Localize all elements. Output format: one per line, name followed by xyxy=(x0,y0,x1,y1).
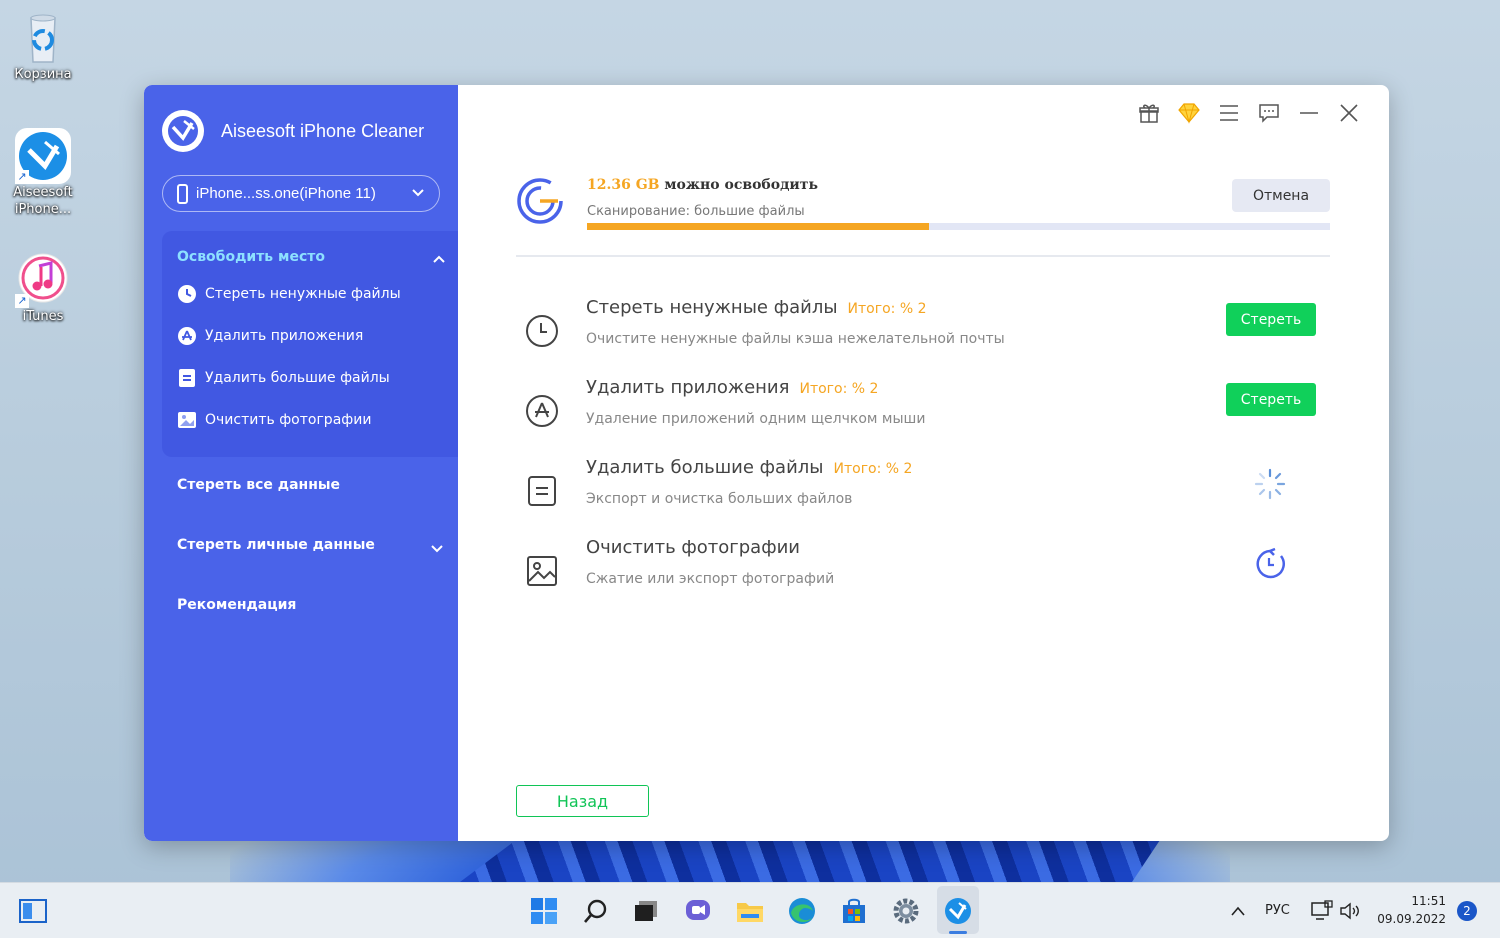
feature-row-large-files: Удалить большие файлы Итого: % 2 Экспорт … xyxy=(516,457,1330,523)
device-dropdown[interactable]: iPhone...ss.one(iPhone 11) xyxy=(162,175,440,212)
taskbar: РУС 11:51 09.09.2022 2 xyxy=(0,882,1500,938)
close-icon[interactable] xyxy=(1329,100,1369,126)
divider xyxy=(516,255,1330,257)
volume-icon[interactable] xyxy=(1334,895,1366,927)
search-icon[interactable] xyxy=(580,895,612,927)
feature-title: Стереть ненужные файлы Итого: % 2 xyxy=(586,297,927,318)
feature-row-apps: Удалить приложения Итого: % 2 Удаление пр… xyxy=(516,377,1330,443)
sidebar-item-apps[interactable]: Удалить приложения xyxy=(177,326,363,346)
start-icon[interactable] xyxy=(528,895,560,927)
pending-clock-icon xyxy=(1256,547,1285,579)
feature-title: Удалить большие файлы Итого: % 2 xyxy=(586,457,913,478)
device-name: iPhone...ss.one(iPhone 11) xyxy=(196,185,376,202)
clock-time[interactable]: 11:51 xyxy=(1376,894,1446,908)
sidebar-item-label: Стереть ненужные файлы xyxy=(205,286,401,302)
clock-date[interactable]: 09.09.2022 xyxy=(1376,912,1446,926)
feature-title: Очистить фотографии xyxy=(586,537,800,558)
sidebar-item-large-files[interactable]: Удалить большие файлы xyxy=(177,368,390,388)
language-indicator[interactable]: РУС xyxy=(1265,903,1290,918)
feature-description: Сжатие или экспорт фотографий xyxy=(586,571,835,587)
desktop-icon-label: Aiseesoft iPhone... xyxy=(13,185,73,217)
sidebar-item-erase-all[interactable]: Стереть все данные xyxy=(177,477,340,493)
sidebar-item-recommendation[interactable]: Рекомендация xyxy=(177,597,296,613)
edge-icon[interactable] xyxy=(786,895,818,927)
feature-row-junk-files: Стереть ненужные файлы Итого: % 2 Очистит… xyxy=(516,297,1330,363)
scan-progress-fill xyxy=(587,223,929,230)
clock-icon xyxy=(177,284,197,304)
notification-badge[interactable]: 2 xyxy=(1457,901,1477,921)
sidebar: Aiseesoft iPhone Cleaner iPhone...ss.one… xyxy=(144,85,458,841)
widgets-icon[interactable] xyxy=(17,895,49,927)
sidebar-item-photos[interactable]: Очистить фотографии xyxy=(177,410,371,430)
phone-icon xyxy=(177,183,188,204)
feature-total: Итого: % 2 xyxy=(833,461,913,477)
desktop-icon-label: Корзина xyxy=(14,67,72,82)
shortcut-arrow-icon: ↗ xyxy=(15,294,29,308)
task-view-icon[interactable] xyxy=(630,895,662,927)
photo-icon xyxy=(527,556,557,586)
freeable-amount: 12.36 GB xyxy=(587,177,660,193)
store-icon[interactable] xyxy=(838,895,870,927)
sidebar-item-label: Удалить приложения xyxy=(205,328,364,344)
desktop-icon-aiseesoft[interactable]: ↗ Aiseesoft iPhone... xyxy=(3,128,83,218)
free-space-group: Освободить место Стереть ненужные файлы … xyxy=(162,231,458,457)
scan-progress-bar xyxy=(587,223,1330,230)
photo-icon xyxy=(177,410,197,430)
freeable-suffix: можно освободить xyxy=(659,177,818,193)
desktop-icon-label: iTunes xyxy=(22,309,64,324)
app-store-icon xyxy=(526,395,558,427)
app-window: Aiseesoft iPhone Cleaner iPhone...ss.one… xyxy=(144,85,1389,841)
desktop-icon-itunes[interactable]: ↗ iTunes xyxy=(3,252,83,325)
itunes-icon: ↗ xyxy=(15,252,71,308)
loading-spinner-icon xyxy=(1254,468,1286,500)
chevron-up-icon[interactable] xyxy=(432,253,446,267)
menu-icon[interactable] xyxy=(1209,100,1249,126)
clock-icon xyxy=(526,315,558,347)
back-button[interactable]: Назад xyxy=(516,785,649,817)
minimize-icon[interactable] xyxy=(1289,100,1329,126)
chevron-down-icon xyxy=(412,189,424,197)
document-icon xyxy=(177,368,197,388)
aiseesoft-icon: ↗ xyxy=(15,128,71,184)
cancel-button[interactable]: Отмена xyxy=(1232,179,1330,212)
erase-junk-button[interactable]: Стереть xyxy=(1226,303,1316,336)
feature-row-photos: Очистить фотографии Сжатие или экспорт ф… xyxy=(516,537,1330,603)
aiseesoft-icon[interactable] xyxy=(942,895,974,927)
group-title[interactable]: Освободить место xyxy=(177,249,325,265)
feature-description: Экспорт и очистка больших файлов xyxy=(586,491,853,507)
feature-total: Итого: % 2 xyxy=(799,381,879,397)
feature-description: Очистите ненужные файлы кэша нежелательн… xyxy=(586,331,1005,347)
desktop-icon-recycle-bin[interactable]: Корзина xyxy=(3,10,83,83)
window-controls xyxy=(1129,100,1369,126)
sidebar-item-junk-files[interactable]: Стереть ненужные файлы xyxy=(177,284,401,304)
shortcut-arrow-icon: ↗ xyxy=(15,170,29,184)
feature-total: Итого: % 2 xyxy=(847,301,927,317)
diamond-icon[interactable] xyxy=(1169,100,1209,126)
chevron-down-icon[interactable] xyxy=(430,541,444,555)
chevron-up-icon[interactable] xyxy=(1222,895,1254,927)
app-title: Aiseesoft iPhone Cleaner xyxy=(221,120,425,141)
file-explorer-icon[interactable] xyxy=(734,895,766,927)
scan-logo-icon xyxy=(516,177,564,229)
settings-icon[interactable] xyxy=(890,895,922,927)
sidebar-item-label: Очистить фотографии xyxy=(205,412,372,428)
sidebar-item-label: Удалить большие файлы xyxy=(205,370,390,386)
feature-description: Удаление приложений одним щелчком мыши xyxy=(586,411,926,427)
freeable-space: 12.36 GB можно освободить xyxy=(587,177,818,193)
app-logo-area: Aiseesoft iPhone Cleaner xyxy=(162,110,424,152)
feedback-icon[interactable] xyxy=(1249,100,1289,126)
erase-apps-button[interactable]: Стереть xyxy=(1226,383,1316,416)
feature-title: Удалить приложения Итого: % 2 xyxy=(586,377,879,398)
recycle-bin-icon xyxy=(15,10,71,66)
chat-icon[interactable] xyxy=(682,895,714,927)
sidebar-item-erase-private[interactable]: Стереть личные данные xyxy=(177,537,375,553)
document-icon xyxy=(528,476,556,506)
app-logo-icon xyxy=(162,110,204,152)
wallpaper-rays xyxy=(460,840,1160,882)
scan-status: Сканирование: большие файлы xyxy=(587,204,805,219)
active-app-indicator xyxy=(949,931,967,934)
app-store-icon xyxy=(177,326,197,346)
gift-icon[interactable] xyxy=(1129,100,1169,126)
